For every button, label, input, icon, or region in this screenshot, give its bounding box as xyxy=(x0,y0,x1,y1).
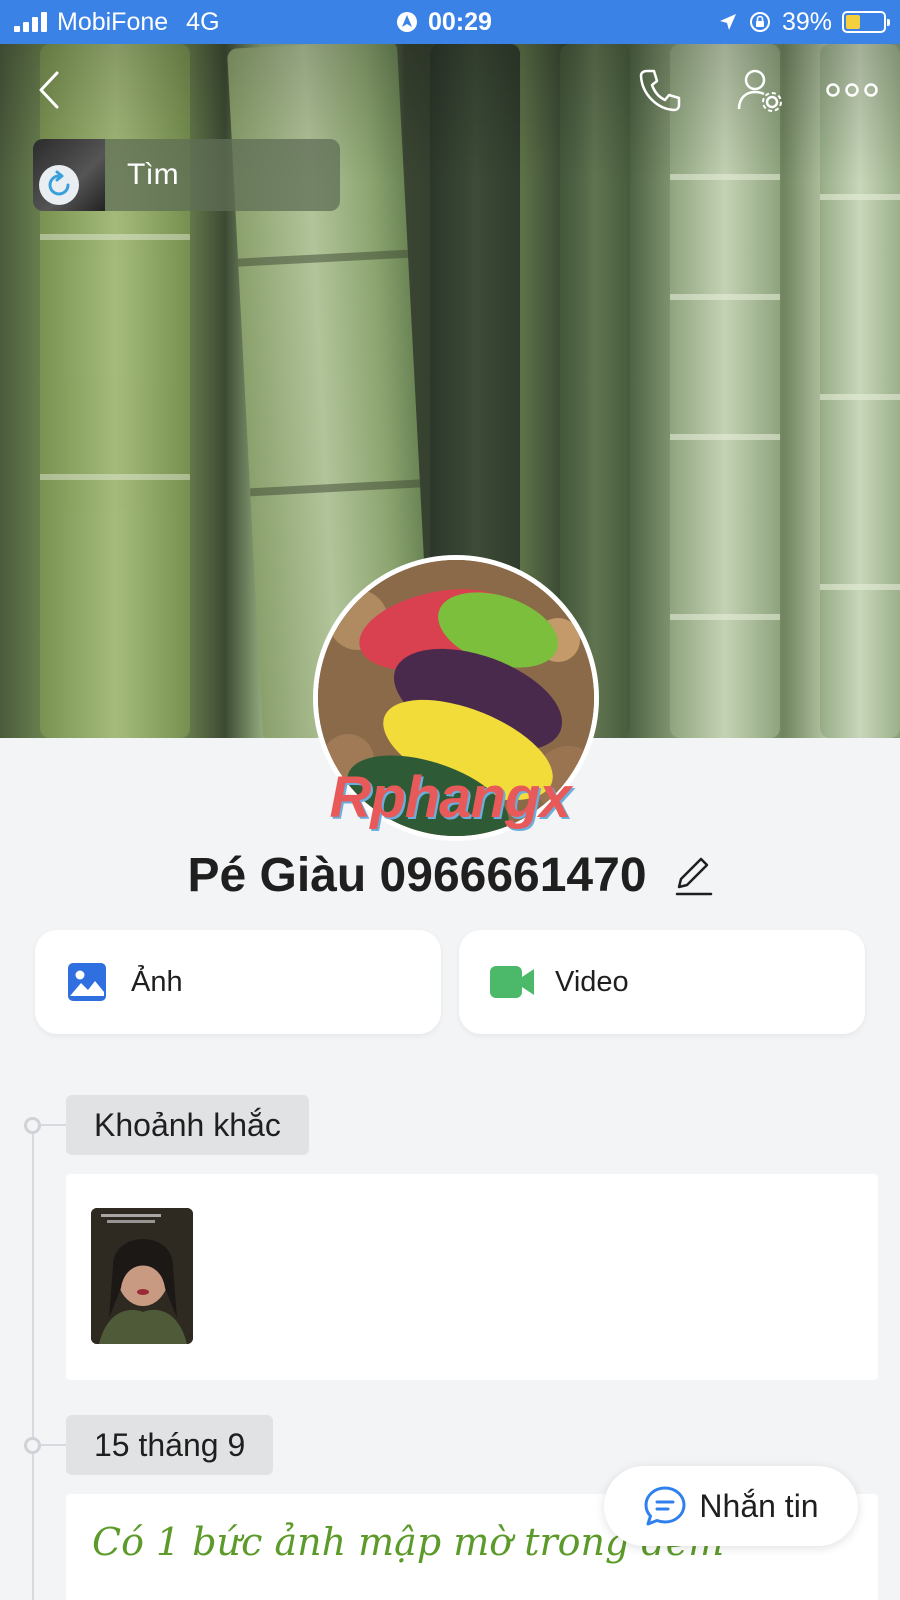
clock: 00:29 xyxy=(428,7,492,36)
timeline-line xyxy=(32,1125,34,1600)
battery-icon xyxy=(842,11,890,33)
photos-label: Ảnh xyxy=(131,965,183,998)
battery-level xyxy=(846,15,861,29)
timeline-dot xyxy=(24,1117,41,1134)
phone-icon xyxy=(639,69,681,112)
message-button[interactable]: Nhắn tin xyxy=(604,1466,858,1546)
carrier-name: MobiFone xyxy=(57,7,169,36)
find-label: Tìm xyxy=(127,158,179,191)
refresh-icon xyxy=(48,170,70,196)
image-icon xyxy=(68,963,106,1001)
navigation-arrow-icon xyxy=(397,12,417,32)
timeline-dot xyxy=(24,1437,41,1454)
moments-tag: Khoảnh khắc xyxy=(66,1095,309,1155)
date-tag-label: 15 tháng 9 xyxy=(94,1426,246,1463)
more-icon xyxy=(826,83,878,97)
user-settings-icon xyxy=(737,69,782,112)
profile-name-row: Pé Giàu 0966661470 xyxy=(0,845,900,905)
battery-percent: 39% xyxy=(781,7,832,36)
message-label: Nhắn tin xyxy=(699,1487,819,1524)
back-icon xyxy=(39,71,59,109)
status-bar: MobiFone 4G 00:29 39% xyxy=(0,0,900,44)
network-type: 4G xyxy=(186,7,220,36)
moment-thumbnail[interactable] xyxy=(91,1208,193,1344)
videos-label: Video xyxy=(555,965,629,998)
profile-name: Pé Giàu 0966661470 xyxy=(187,848,647,902)
call-button[interactable] xyxy=(630,60,690,120)
timeline-connector xyxy=(41,1444,66,1446)
find-thumbnail xyxy=(33,139,105,211)
find-button[interactable]: Tìm xyxy=(33,139,340,211)
rotation-lock-icon xyxy=(749,12,770,32)
watermark: Rphangx xyxy=(329,765,571,830)
more-options-button[interactable] xyxy=(820,60,884,120)
back-button[interactable] xyxy=(24,60,74,120)
chat-icon xyxy=(644,1486,686,1526)
signal-icon xyxy=(14,12,47,32)
pencil-icon[interactable] xyxy=(673,853,713,897)
videos-button[interactable]: Video xyxy=(459,930,865,1034)
date-tag: 15 tháng 9 xyxy=(66,1415,274,1475)
photos-button[interactable]: Ảnh xyxy=(35,930,441,1034)
profile-settings-button[interactable] xyxy=(730,60,790,120)
timeline-connector xyxy=(41,1124,66,1126)
video-camera-icon xyxy=(490,966,534,998)
moments-card xyxy=(66,1174,878,1380)
moments-tag-label: Khoảnh khắc xyxy=(94,1106,281,1143)
location-icon xyxy=(719,14,736,30)
